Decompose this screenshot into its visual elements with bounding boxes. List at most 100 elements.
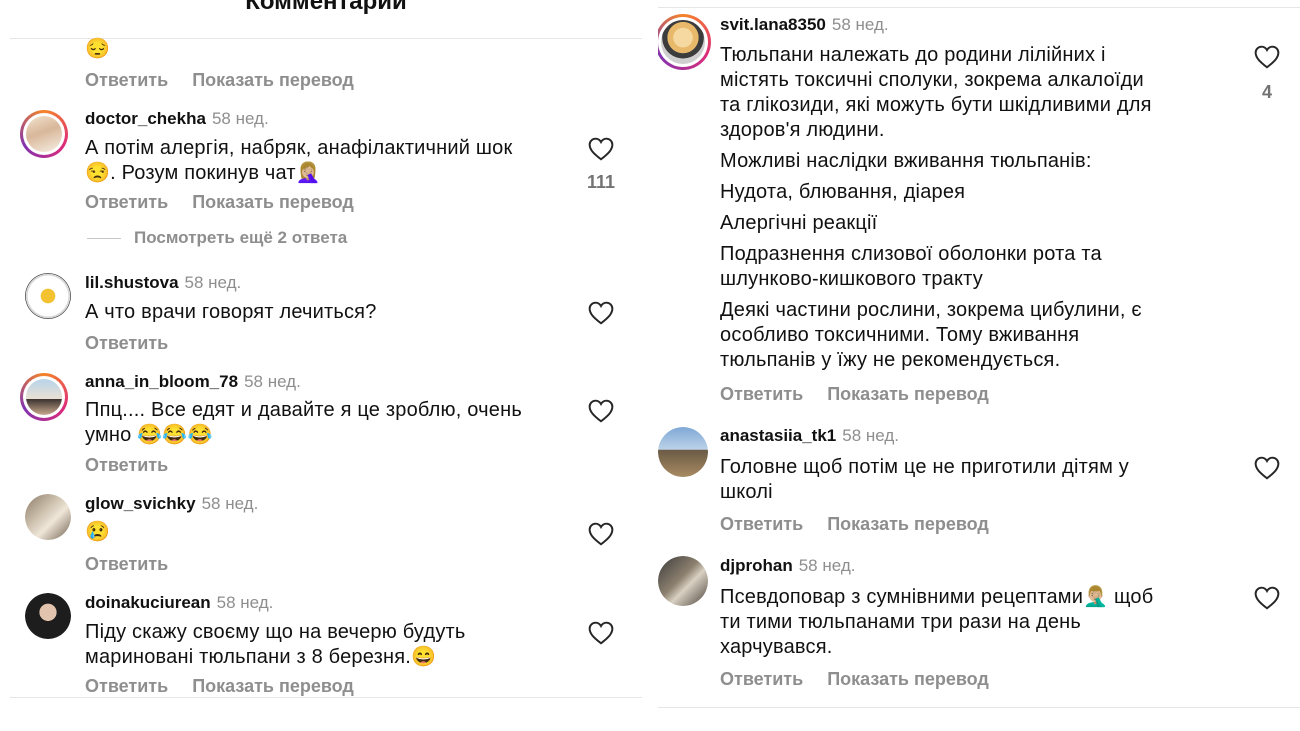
comment-line: Подразнення слизової оболонки рота та [720,243,1102,265]
comment-text: Тюльпани належать до родини лілійних і м… [720,43,1152,373]
comment-meta: anna_in_bloom_78 58 нед. [85,372,301,392]
show-translation-button[interactable]: Показать перевод [827,384,989,404]
avatar[interactable] [25,273,71,319]
view-more-replies-button[interactable]: Посмотреть ещё 2 ответа [134,228,347,248]
show-translation-button[interactable]: Показать перевод [827,669,989,689]
bottom-divider [658,707,1300,708]
comment-line: ти тими тюльпанами три рази на день [720,611,1082,633]
username[interactable]: anastasiia_tk1 [720,426,836,445]
show-translation-button[interactable]: Показать перевод [192,192,354,212]
reply-button[interactable]: Ответить [85,70,168,90]
timestamp: 58 нед. [184,273,242,292]
comment-line: Алергічні реакції [720,212,878,234]
comment-meta: djprohan 58 нед. [720,556,855,576]
reply-button[interactable]: Ответить [85,455,168,475]
show-translation-button[interactable]: Показать перевод [192,676,354,696]
comment-line: Псевдоповар з сумнівними рецептами🤦🏼‍♂️ … [720,586,1154,608]
comment-line: харчувався. [720,636,833,658]
show-translation-button[interactable]: Показать перевод [827,514,989,534]
reply-button[interactable]: Ответить [85,192,168,212]
avatar[interactable] [658,427,708,477]
avatar[interactable] [25,593,71,639]
heart-outline-icon[interactable] [1254,586,1280,610]
reply-button[interactable]: Ответить [720,384,803,404]
comment-line: мариновані тюльпани з 8 березня.😄 [85,646,437,668]
comment-line: 😢 [85,521,111,543]
comment-line: Нудота, блювання, діарея [720,181,966,203]
comment-line: Головне щоб потім це не приготили дітям … [720,456,1129,478]
username[interactable]: glow_svichky [85,494,196,513]
replies-divider [87,238,121,239]
timestamp: 58 нед. [201,494,259,513]
username[interactable]: anna_in_bloom_78 [85,372,238,391]
comment-line: шлунково-кишкового тракту [720,268,983,290]
top-divider [658,7,1300,8]
comment-meta: doctor_chekha 58 нед. [85,109,269,129]
avatar[interactable] [20,110,68,158]
comment-actions: Ответить [85,455,192,476]
comment-line: А потім алергія, набряк, анафілактичний … [85,137,513,159]
reply-button[interactable]: Ответить [85,676,168,696]
comment-line: та глікозиди, які можуть бути шкідливими… [720,94,1152,116]
avatar[interactable] [20,373,68,421]
username[interactable]: svit.lana8350 [720,15,826,34]
comment-actions: Ответить Показать перевод [720,514,1013,535]
comment-text: А что врачи говорят лечиться? [85,300,377,325]
reply-button[interactable]: Ответить [720,514,803,534]
timestamp: 58 нед. [842,426,899,445]
comment-meta: svit.lana8350 58 нед. [720,15,889,35]
timestamp: 58 нед. [831,15,889,34]
comment-text: Головне щоб потім це не приготили дітям … [720,455,1129,505]
comment-line: особливо токсичними. Тому вживання [720,324,1080,346]
comment-text: Ппц.... Все едят и давайте я це зроблю, … [85,398,522,448]
avatar[interactable] [658,556,708,606]
username[interactable]: doctor_chekha [85,109,206,128]
comment-line: Деякі частини рослини, зокрема цибулини,… [720,299,1142,321]
comment-meta: lil.shustova 58 нед. [85,273,241,293]
comments-panel-right: svit.lana8350 58 нед. Тюльпани належать д… [658,0,1300,731]
avatar[interactable] [658,14,711,70]
like-count: 111 [586,172,616,192]
comment-meta: glow_svichky 58 нед. [85,494,258,514]
username[interactable]: lil.shustova [85,273,179,292]
comment-actions: Ответить Показать перевод [85,192,378,213]
username[interactable]: doinakuciurean [85,593,211,612]
comment-actions: Ответить Показать перевод [720,669,1013,690]
comment-line: умно 😂😂😂 [85,424,213,446]
timestamp: 58 нед. [244,372,301,391]
comment-text: Піду скажу своєму що на вечерю будуть ма… [85,620,466,670]
timestamp: 58 нед. [211,109,269,128]
heart-outline-icon[interactable] [588,522,614,546]
comment-text: 😢 [85,520,110,545]
comments-panel-left: Комментарии 😔 Ответить Показать перевод d… [10,0,642,731]
comment-line: 😒. Розум покинув чат🤦🏼‍♀️ [85,162,321,184]
reply-button[interactable]: Ответить [85,554,168,574]
comment-actions: Ответить Показать перевод [720,384,1013,405]
timestamp: 58 нед. [216,593,274,612]
comment-line: А что врачи говорят лечиться? [85,301,377,323]
heart-outline-icon[interactable] [1254,456,1280,480]
heart-outline-icon[interactable] [588,137,614,161]
comment-line: Можливі наслідки вживання тюльпанів: [720,150,1092,172]
reply-button[interactable]: Ответить [720,669,803,689]
heart-outline-icon[interactable] [588,621,614,645]
heart-outline-icon[interactable] [588,301,614,325]
username[interactable]: djprohan [720,556,793,575]
comment-line: Піду скажу своєму що на вечерю будуть [85,621,466,643]
comment-actions: Ответить Показать перевод [85,70,378,91]
avatar[interactable] [25,494,71,540]
comment-text: А потім алергія, набряк, анафілактичний … [85,136,512,186]
heart-outline-icon[interactable] [1254,45,1280,69]
comment-actions: Ответить [85,554,192,575]
like-count: 4 [1261,82,1272,102]
heart-outline-icon[interactable] [588,399,614,423]
comment-line: тюльпанів у їжу не рекомендується. [720,349,1061,371]
show-translation-button[interactable]: Показать перевод [192,70,354,90]
comment-line: містять токсичні сполуки, зокрема алкало… [720,69,1144,91]
comment-emoji: 😔 [85,38,111,60]
comment-actions: Ответить Показать перевод [85,676,378,697]
comment-meta: anastasiia_tk1 58 нед. [720,426,899,446]
comment-line: Ппц.... Все едят и давайте я це зроблю, … [85,399,522,421]
bottom-divider [10,697,642,698]
reply-button[interactable]: Ответить [85,333,168,353]
